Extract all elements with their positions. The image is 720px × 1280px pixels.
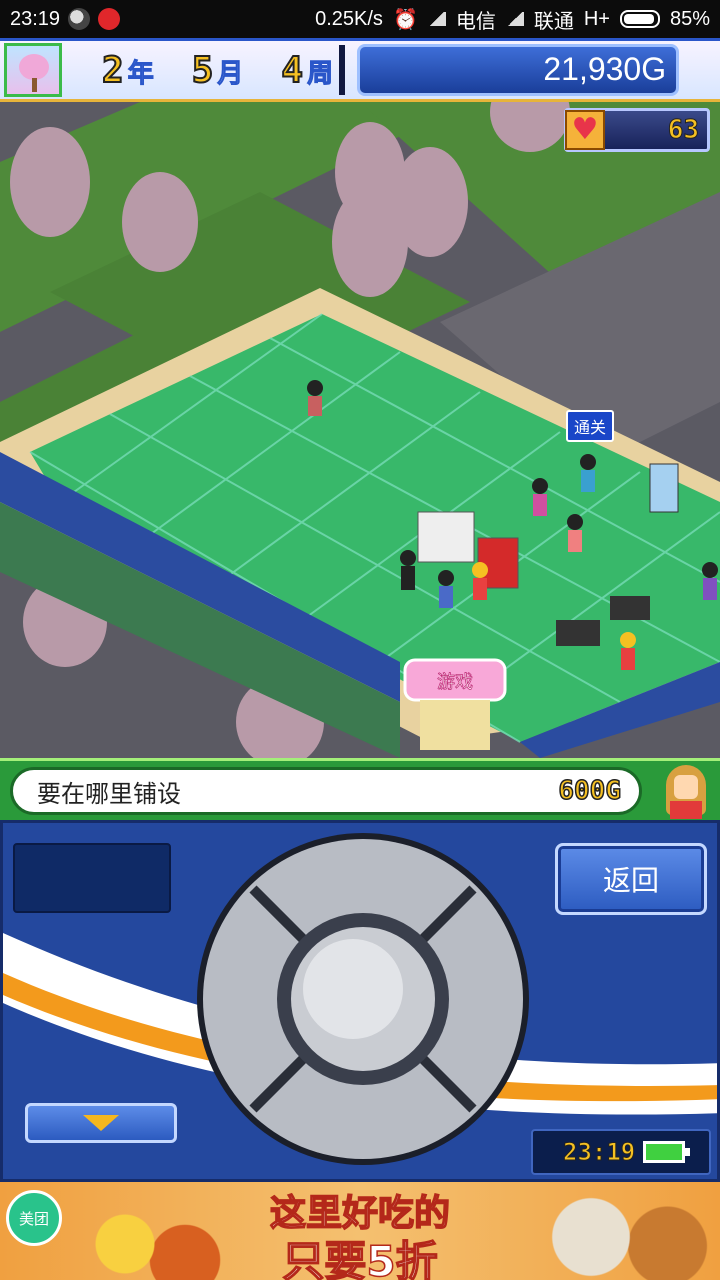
clock-time: 23:19: [562, 1138, 636, 1167]
season-tree-icon[interactable]: [4, 43, 62, 97]
network-type: H+: [583, 7, 610, 30]
app-notification-icon: [98, 8, 121, 30]
message-bubble: 要在哪里铺设 600G: [10, 767, 642, 815]
battery-indicator-icon: [643, 1141, 691, 1163]
year-unit: 年: [127, 58, 154, 89]
status-time: 23:19: [10, 7, 61, 30]
carrier-2: 联通: [533, 10, 574, 33]
popularity-counter: ♥ 63: [564, 108, 710, 152]
message-bar: 要在哪里铺设 600G: [0, 758, 720, 820]
week-number: 4: [280, 49, 304, 92]
heart-icon: ♥: [565, 110, 605, 150]
battery-level: 85%: [669, 7, 710, 30]
game-map[interactable]: 游戏 ♥ 63 通关: [0, 102, 720, 758]
game-clock: 23:19: [531, 1129, 711, 1175]
carrier-1: 电信: [455, 10, 496, 33]
week-unit: 周: [307, 58, 334, 89]
expand-down-button[interactable]: [25, 1103, 177, 1143]
status-bar: 23:19 0.25K/s ⏰ 电信 联通 H+ 85%: [0, 0, 720, 38]
shop-sign-text: 游戏: [437, 672, 473, 693]
alarm-icon: ⏰: [392, 8, 418, 31]
battery-icon: [619, 10, 660, 28]
message-prompt: 要在哪里铺设: [37, 779, 181, 808]
globe-icon: [68, 8, 91, 30]
chevron-down-icon: [83, 1115, 119, 1131]
popularity-value: 63: [667, 115, 699, 146]
network-speed: 0.25K/s: [315, 7, 383, 30]
control-panel: 返回 23:19: [0, 820, 720, 1182]
money-display: 21,930G: [357, 44, 680, 96]
game-hud: 2 年 5 月 4 周 21,930G: [0, 38, 720, 102]
hud-divider: [339, 45, 346, 95]
game-date: 2 年 5 月 4 周: [101, 49, 334, 92]
month-unit: 月: [217, 58, 244, 89]
signal-icon-2: [505, 12, 524, 26]
signal-icon: [427, 12, 446, 26]
assistant-avatar: [658, 765, 714, 819]
placement-cost: 600G: [558, 775, 622, 807]
item-preview-box: [13, 843, 171, 913]
ad-subheadline: 只要5折: [282, 1236, 439, 1280]
ad-banner[interactable]: 美团 这里好吃的 只要5折: [0, 1182, 720, 1280]
dpad-control[interactable]: [193, 829, 533, 1169]
clear-tag: 通关: [566, 410, 615, 442]
back-button[interactable]: 返回: [555, 843, 707, 915]
year-number: 2: [101, 49, 125, 92]
month-number: 5: [191, 49, 215, 92]
